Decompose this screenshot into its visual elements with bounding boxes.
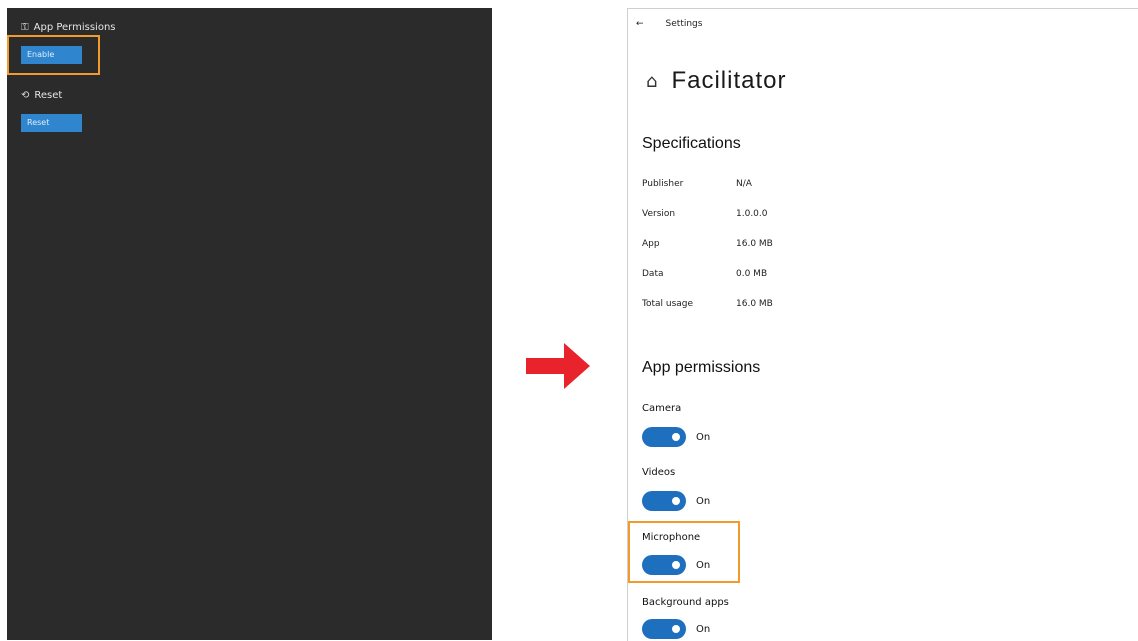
spec-row: App 16.0 MB xyxy=(642,239,773,249)
spec-value: 16.0 MB xyxy=(736,239,773,249)
page-header: ⌂ Facilitator xyxy=(646,67,786,95)
reset-button[interactable]: Reset xyxy=(21,114,82,132)
highlight-box-enable xyxy=(7,35,100,75)
reset-icon: ⟲ xyxy=(21,90,30,101)
spec-row: Version 1.0.0.0 xyxy=(642,209,768,219)
spec-key: Version xyxy=(642,209,676,219)
spec-key: App xyxy=(642,239,660,249)
spec-value: 16.0 MB xyxy=(736,299,773,309)
toggle-knob xyxy=(672,497,680,505)
specifications-heading: Specifications xyxy=(642,135,741,152)
permission-label-background-apps: Background apps xyxy=(642,597,729,608)
background-apps-toggle[interactable] xyxy=(642,619,686,639)
page-title: Facilitator xyxy=(671,67,787,94)
window-title: Settings xyxy=(665,19,703,29)
highlight-box-microphone xyxy=(628,521,740,583)
spec-key: Data xyxy=(642,269,664,279)
left-dark-panel: ⚿ App Permissions Enable ⟲ Reset Reset xyxy=(7,8,492,640)
app-permissions-heading: App permissions xyxy=(642,359,761,376)
spec-key: Publisher xyxy=(642,179,684,189)
permission-label-camera: Camera xyxy=(642,403,682,414)
right-arrow-icon xyxy=(526,343,590,389)
permission-toggle-row: On xyxy=(642,427,710,447)
spec-row: Publisher N/A xyxy=(642,179,752,189)
permission-toggle-row: On xyxy=(642,491,710,511)
title-bar: ← Settings xyxy=(636,19,702,29)
camera-toggle[interactable] xyxy=(642,427,686,447)
spec-row: Data 0.0 MB xyxy=(642,269,767,279)
permission-label-videos: Videos xyxy=(642,467,676,478)
spec-key: Total usage xyxy=(642,299,694,309)
spec-row: Total usage 16.0 MB xyxy=(642,299,773,309)
toggle-state: On xyxy=(696,431,711,443)
reset-header: ⟲ Reset xyxy=(21,90,62,101)
spec-value: 0.0 MB xyxy=(736,269,768,279)
permission-toggle-row: On xyxy=(642,619,710,639)
app-permissions-label: App Permissions xyxy=(33,22,116,33)
toggle-knob xyxy=(672,433,680,441)
toggle-knob xyxy=(672,625,680,633)
home-icon[interactable]: ⌂ xyxy=(646,71,657,92)
reset-label: Reset xyxy=(34,90,63,101)
toggle-state: On xyxy=(696,495,711,507)
permissions-icon: ⚿ xyxy=(21,22,29,33)
spec-value: N/A xyxy=(736,179,752,189)
toggle-state: On xyxy=(696,623,711,635)
videos-toggle[interactable] xyxy=(642,491,686,511)
back-arrow-icon[interactable]: ← xyxy=(636,19,644,29)
spec-value: 1.0.0.0 xyxy=(736,209,768,219)
app-permissions-header: ⚿ App Permissions xyxy=(21,22,116,33)
